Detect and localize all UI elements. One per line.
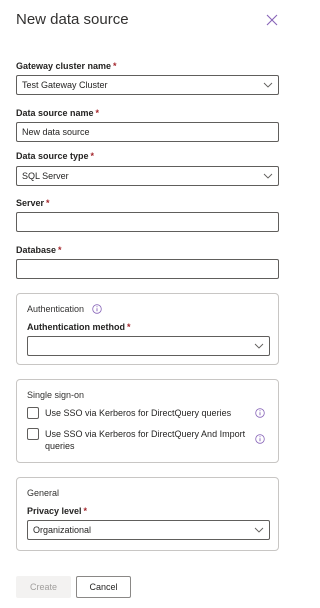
gateway-label: Gateway cluster name * xyxy=(16,61,117,71)
server-input[interactable] xyxy=(16,212,279,232)
chevron-down-icon xyxy=(254,527,264,533)
datasource-name-label: Data source name * xyxy=(16,108,100,118)
info-icon[interactable] xyxy=(255,408,265,418)
datasource-type-value: SQL Server xyxy=(22,171,69,181)
chevron-down-icon xyxy=(263,82,273,88)
datasource-name-input[interactable]: New data source xyxy=(16,122,279,142)
datasource-type-select[interactable]: SQL Server xyxy=(16,166,279,186)
privacy-level-label: Privacy level * xyxy=(27,506,88,516)
dialog-title: New data source xyxy=(16,11,129,28)
general-group: General Privacy level * Organizational xyxy=(16,477,279,551)
datasource-name-value: New data source xyxy=(22,127,90,137)
authentication-group: Authentication Authentication method * xyxy=(16,293,279,365)
sso-directquery-label: Use SSO via Kerberos for DirectQuery que… xyxy=(45,408,232,418)
database-input[interactable] xyxy=(16,259,279,279)
authentication-method-select[interactable] xyxy=(27,336,270,356)
sso-directquery-import-label: Use SSO via Kerberos for DirectQuery And… xyxy=(45,429,246,451)
info-icon[interactable] xyxy=(255,434,265,444)
server-label: Server * xyxy=(16,198,50,208)
cancel-button[interactable]: Cancel xyxy=(76,576,131,598)
general-title: General xyxy=(27,488,60,498)
sso-directquery-import-checkbox[interactable] xyxy=(27,428,39,440)
privacy-level-value: Organizational xyxy=(33,525,92,535)
info-icon[interactable] xyxy=(92,304,102,314)
sso-directquery-checkbox[interactable] xyxy=(27,407,39,419)
database-label: Database * xyxy=(16,245,62,255)
gateway-select-value: Test Gateway Cluster xyxy=(22,80,108,90)
chevron-down-icon xyxy=(254,343,264,349)
datasource-type-label: Data source type * xyxy=(16,151,95,161)
sso-group: Single sign-on Use SSO via Kerberos for … xyxy=(16,379,279,463)
authentication-method-label: Authentication method * xyxy=(27,322,131,332)
chevron-down-icon xyxy=(263,173,273,179)
authentication-title: Authentication xyxy=(27,304,85,314)
gateway-select[interactable]: Test Gateway Cluster xyxy=(16,75,279,95)
sso-title: Single sign-on xyxy=(27,390,85,400)
privacy-level-select[interactable]: Organizational xyxy=(27,520,270,540)
create-button[interactable]: Create xyxy=(16,576,71,598)
close-icon[interactable] xyxy=(265,13,279,27)
